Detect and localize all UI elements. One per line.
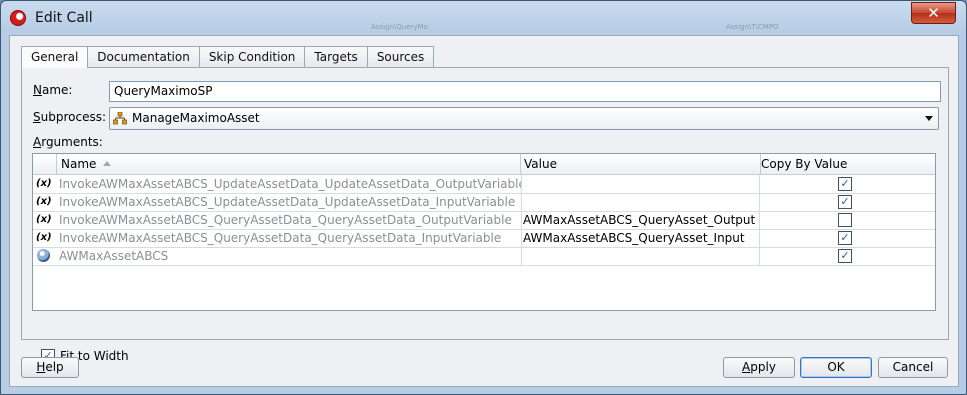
argument-value[interactable]: AWMaxAssetABCS_QueryAsset_Input (520, 229, 760, 247)
arguments-label: Arguments: (33, 135, 103, 149)
sort-ascending-icon (103, 161, 112, 166)
copy-by-value-checkbox[interactable]: ✓ (838, 195, 852, 209)
column-header-value[interactable]: Value (520, 154, 761, 174)
title-bar: Edit Call Assign\QueryMo Assign\T\CMPO ✕ (1, 1, 966, 35)
argument-name: InvokeAWMaxAssetABCS_UpdateAssetData_Upd… (59, 175, 522, 193)
row-icon-cell (33, 247, 57, 265)
name-input[interactable]: QueryMaximoSP (109, 81, 941, 102)
variable-icon: (x) (36, 232, 52, 243)
table-row[interactable]: AWMaxAssetABCS ✓ (33, 247, 935, 266)
edit-call-dialog: Edit Call Assign\QueryMo Assign\T\CMPO ✕… (0, 0, 967, 395)
table-row[interactable]: (x) InvokeAWMaxAssetABCS_UpdateAssetData… (33, 175, 935, 194)
apply-button[interactable]: Apply (723, 357, 795, 378)
hierarchy-icon (113, 112, 127, 125)
cancel-button[interactable]: Cancel (878, 357, 948, 378)
copy-by-value-cell: ✓ (757, 193, 935, 211)
row-icon-cell: (x) (33, 211, 57, 229)
table-row[interactable]: (x) InvokeAWMaxAssetABCS_QueryAssetData_… (33, 211, 935, 230)
help-button[interactable]: Help (21, 357, 79, 378)
close-button[interactable]: ✕ (911, 2, 956, 24)
copy-by-value-cell: ✓ (757, 229, 935, 247)
close-icon: ✕ (927, 4, 940, 22)
ok-button[interactable]: OK (800, 357, 872, 378)
row-icon-cell: (x) (33, 229, 57, 247)
service-icon (37, 249, 50, 262)
tab-documentation[interactable]: Documentation (87, 46, 200, 67)
copy-by-value-checkbox[interactable] (838, 213, 852, 227)
variable-icon: (x) (36, 178, 52, 189)
copy-by-value-checkbox[interactable]: ✓ (838, 249, 852, 263)
oracle-logo-icon (10, 10, 26, 26)
copy-by-value-checkbox[interactable]: ✓ (838, 231, 852, 245)
argument-value[interactable] (520, 175, 760, 193)
argument-name: InvokeAWMaxAssetABCS_UpdateAssetData_Upd… (57, 193, 522, 211)
argument-value[interactable] (520, 247, 760, 265)
column-header-copy-by-value[interactable]: Copy By Value (757, 154, 935, 174)
arguments-table: Name Value Copy By Value (x) InvokeAWMax… (32, 153, 936, 311)
column-header-name[interactable]: Name (57, 154, 521, 174)
table-row[interactable]: (x) InvokeAWMaxAssetABCS_QueryAssetData_… (33, 229, 935, 248)
tab-general[interactable]: General (21, 46, 89, 68)
dialog-title: Edit Call (35, 10, 93, 26)
argument-value[interactable] (520, 193, 760, 211)
dialog-content: General Documentation Skip Condition Tar… (9, 35, 959, 387)
argument-name: InvokeAWMaxAssetABCS_QueryAssetData_Quer… (57, 211, 522, 229)
row-icon-cell: (x) (33, 175, 57, 193)
tab-skip-condition[interactable]: Skip Condition (198, 46, 306, 67)
copy-by-value-cell: ✓ (757, 175, 935, 193)
tab-sources[interactable]: Sources (366, 46, 435, 67)
variable-icon: (x) (36, 214, 52, 225)
variable-icon: (x) (36, 196, 52, 207)
tab-strip: General Documentation Skip Condition Tar… (21, 46, 435, 68)
tab-targets[interactable]: Targets (304, 46, 368, 67)
row-header-spacer (33, 154, 57, 174)
chevron-down-icon[interactable] (925, 116, 933, 121)
argument-name: AWMaxAssetABCS (57, 247, 522, 265)
subprocess-select[interactable]: ManageMaximoAsset (109, 107, 939, 130)
copy-by-value-cell (757, 211, 935, 229)
row-icon-cell: (x) (33, 193, 57, 211)
name-label: Name: (33, 83, 73, 97)
subprocess-value: ManageMaximoAsset (132, 111, 260, 125)
argument-name: InvokeAWMaxAssetABCS_QueryAssetData_Quer… (57, 229, 522, 247)
table-header: Name Value Copy By Value (33, 154, 935, 175)
copy-by-value-checkbox[interactable]: ✓ (838, 177, 852, 191)
subprocess-label: Subprocess: (33, 110, 107, 124)
table-row[interactable]: (x) InvokeAWMaxAssetABCS_UpdateAssetData… (33, 193, 935, 212)
argument-value[interactable]: AWMaxAssetABCS_QueryAsset_Output (520, 211, 760, 229)
copy-by-value-cell: ✓ (757, 247, 935, 265)
general-panel: Name: QueryMaximoSP Subprocess: ManageMa… (21, 67, 949, 363)
